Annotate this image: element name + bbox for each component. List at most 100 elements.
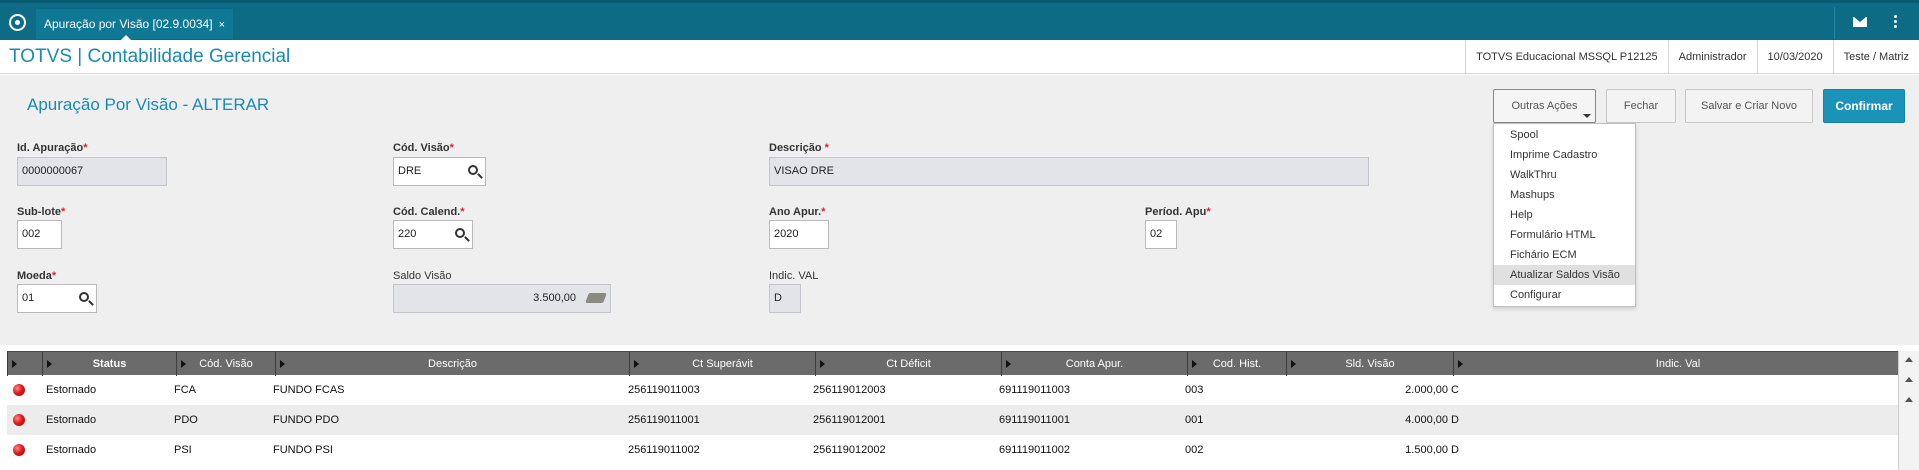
menu-item-spool[interactable]: Spool	[1494, 125, 1635, 145]
form-area: Apuração Por Visão - ALTERAR Outras Açõe…	[0, 75, 1919, 345]
status-red-icon	[13, 414, 25, 426]
grid-col-status[interactable]: Status	[42, 352, 176, 376]
save-and-new-button[interactable]: Salvar e Criar Novo	[1685, 89, 1813, 123]
apuracao-grid: Status Cód. Visão Descrição Ct Superávit…	[7, 351, 1902, 470]
ano-apur-field[interactable]: 2020	[769, 220, 829, 249]
status-red-icon	[13, 444, 25, 456]
period-apu-label: Períod. Apu*	[1145, 206, 1211, 218]
search-icon[interactable]	[79, 292, 89, 302]
grid-header: Status Cód. Visão Descrição Ct Superávit…	[7, 351, 1902, 376]
close-button[interactable]: Fechar	[1606, 89, 1676, 123]
grid-col-ct-deficit[interactable]: Ct Déficit	[815, 352, 1001, 376]
money-icon	[585, 293, 607, 303]
app-brand-title: TOTVS | Contabilidade Gerencial	[9, 46, 291, 67]
cell-indic-val: D	[1451, 414, 1459, 426]
top-tab-bar: Apuração por Visão [02.9.0034] ×	[0, 0, 1919, 42]
grid-scrollbar[interactable]	[1898, 351, 1919, 470]
other-actions-menu: Spool Imprime Cadastro WalkThru Mashups …	[1493, 123, 1636, 307]
cell-descricao: FUNDO PDO	[273, 414, 339, 426]
saldo-visao-label: Saldo Visão	[393, 270, 452, 282]
saldo-visao-field: 3.500,00	[393, 284, 611, 313]
moeda-field[interactable]: 01	[17, 284, 97, 313]
search-icon[interactable]	[455, 228, 465, 238]
menu-item-fichario-ecm[interactable]: Fichário ECM	[1494, 245, 1635, 265]
confirm-button[interactable]: Confirmar	[1823, 89, 1905, 123]
cell-cod-visao: FCA	[174, 384, 196, 396]
id-apuracao-label: Id. Apuração*	[17, 142, 88, 154]
cell-sld-visao: 1.500,00	[1405, 444, 1448, 456]
grid-col-descricao[interactable]: Descrição	[275, 352, 629, 376]
sub-lote-field[interactable]: 002	[17, 220, 62, 249]
moeda-label: Moeda*	[17, 270, 57, 282]
cell-descricao: FUNDO FCAS	[273, 384, 345, 396]
cell-ct-deficit: 256119012001	[813, 414, 886, 426]
scroll-up-icon[interactable]	[1905, 377, 1913, 382]
topbar-divider	[1834, 7, 1835, 39]
tab-apuracao-visao[interactable]: Apuração por Visão [02.9.0034] ×	[36, 9, 234, 39]
menu-item-atualizar-saldos[interactable]: Atualizar Saldos Visão	[1494, 265, 1635, 285]
more-options-icon[interactable]	[1889, 15, 1901, 29]
tab-title: Apuração por Visão [02.9.0034]	[44, 17, 213, 31]
grid-col-cod-hist[interactable]: Cod. Hist.	[1187, 352, 1286, 376]
cell-conta-apur: 691119011003	[999, 384, 1070, 396]
date-label: 10/03/2020	[1756, 40, 1833, 74]
cell-conta-apur: 691119011002	[999, 444, 1070, 456]
search-icon[interactable]	[468, 165, 478, 175]
cod-visao-label: Cód. Visão*	[393, 142, 454, 154]
branch-label[interactable]: Teste / Matriz	[1832, 40, 1919, 74]
cell-sld-visao: 2.000,00	[1405, 384, 1448, 396]
cell-indic-val: C	[1451, 384, 1459, 396]
table-row[interactable]: Estornado FCA FUNDO FCAS 256119011003 25…	[7, 375, 1902, 405]
cell-ct-superavit: 256119011003	[628, 384, 700, 396]
cell-cod-visao: PDO	[174, 414, 198, 426]
menu-item-configurar[interactable]: Configurar	[1494, 285, 1635, 305]
other-actions-button[interactable]: Outras Ações	[1493, 89, 1596, 123]
cell-ct-deficit: 256119012003	[813, 384, 886, 396]
grid-col-cod-visao[interactable]: Cód. Visão	[176, 352, 275, 376]
grid-col-indic-val[interactable]: Indic. Val	[1453, 352, 1902, 376]
cell-status: Estornado	[46, 444, 97, 456]
grid-col-ct-superavit[interactable]: Ct Superávit	[629, 352, 815, 376]
indic-val-label: Indic. VAL	[769, 270, 819, 282]
user-label[interactable]: Administrador	[1667, 40, 1757, 74]
totvs-logo-icon[interactable]	[9, 14, 26, 31]
environment-label: TOTVS Educacional MSSQL P12125	[1465, 40, 1668, 74]
ano-apur-label: Ano Apur.*	[769, 206, 826, 218]
menu-item-mashups[interactable]: Mashups	[1494, 185, 1635, 205]
cell-ct-deficit: 256119012002	[813, 444, 886, 456]
close-icon[interactable]: ×	[219, 19, 225, 31]
menu-item-help[interactable]: Help	[1494, 205, 1635, 225]
menu-item-imprime-cadastro[interactable]: Imprime Cadastro	[1494, 145, 1635, 165]
grid-col-conta-apur[interactable]: Conta Apur.	[1001, 352, 1187, 376]
cod-calend-field[interactable]: 220	[393, 220, 473, 249]
table-row[interactable]: Estornado PSI FUNDO PSI 256119011002 256…	[7, 435, 1902, 465]
menu-item-walkthru[interactable]: WalkThru	[1494, 165, 1635, 185]
descricao-field: VISAO DRE	[769, 157, 1369, 186]
cod-visao-field[interactable]: DRE	[393, 157, 486, 186]
cell-ct-superavit: 256119011001	[628, 414, 700, 426]
mail-icon[interactable]	[1853, 17, 1867, 27]
cell-cod-hist: 002	[1185, 444, 1204, 456]
sub-lote-label: Sub-lote*	[17, 206, 66, 218]
cell-cod-hist: 003	[1185, 384, 1204, 396]
indic-val-field: D	[769, 284, 801, 313]
id-apuracao-field: 0000000067	[17, 157, 167, 186]
descricao-label: Descrição *	[769, 142, 829, 154]
table-row[interactable]: Estornado PDO FUNDO PDO 256119011001 256…	[7, 405, 1902, 435]
cell-cod-hist: 001	[1185, 414, 1204, 426]
cod-calend-label: Cód. Calend.*	[393, 206, 465, 218]
scroll-top-icon[interactable]	[1905, 357, 1913, 362]
cell-status: Estornado	[46, 414, 97, 426]
page-title: Apuração Por Visão - ALTERAR	[27, 95, 270, 114]
grid-col-sld-visao[interactable]: Sld. Visão	[1286, 352, 1453, 376]
cell-cod-visao: PSI	[174, 444, 192, 456]
scroll-up-icon[interactable]	[1905, 397, 1913, 402]
menu-item-formulario-html[interactable]: Formulário HTML	[1494, 225, 1635, 245]
cell-descricao: FUNDO PSI	[273, 444, 333, 456]
grid-col-select[interactable]	[7, 352, 42, 376]
cell-ct-superavit: 256119011002	[628, 444, 700, 456]
cell-conta-apur: 691119011001	[999, 414, 1070, 426]
period-apu-field[interactable]: 02	[1145, 220, 1177, 249]
header-info: TOTVS Educacional MSSQL P12125 Administr…	[1465, 40, 1919, 74]
status-red-icon	[13, 384, 25, 396]
